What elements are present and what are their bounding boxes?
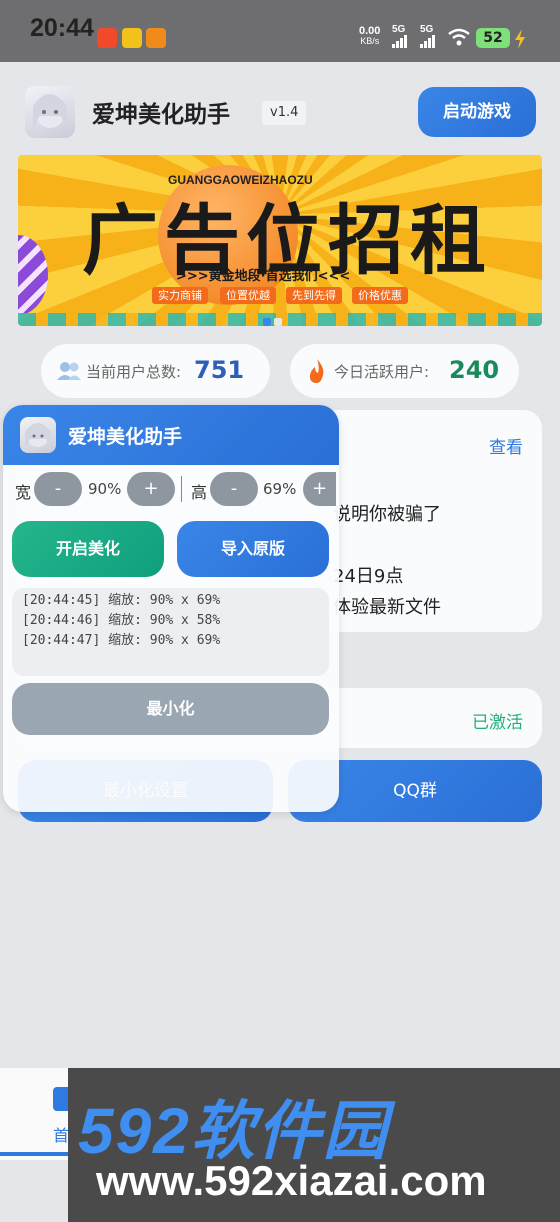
log-line: [20:44:46] 缩放: 90% x 58% bbox=[22, 613, 221, 628]
nav-active-indicator bbox=[0, 1152, 68, 1156]
control-divider bbox=[181, 476, 182, 502]
carousel-dot-active[interactable] bbox=[263, 318, 271, 326]
users-icon bbox=[57, 362, 81, 380]
app-title: 爱坤美化助手 bbox=[92, 102, 230, 128]
carousel-dot[interactable] bbox=[274, 318, 282, 326]
banner-pill: 先到先得 bbox=[286, 287, 342, 304]
banner-pill: 实力商铺 bbox=[152, 287, 208, 304]
banner-tagline: >>>黄金地段·首选我们<<< bbox=[176, 269, 351, 284]
version-badge: v1.4 bbox=[262, 101, 307, 125]
notification-app-icon bbox=[122, 28, 142, 48]
notification-app-icon bbox=[97, 28, 117, 48]
notice-line: 说明你被骗了 bbox=[333, 504, 441, 525]
width-value: 90% bbox=[88, 480, 122, 498]
width-increase-button[interactable]: + bbox=[127, 472, 175, 506]
ad-banner[interactable]: GUANGGAOWEIZHAOZU 广告位招租 >>>黄金地段·首选我们<<< … bbox=[18, 155, 542, 326]
width-decrease-button[interactable]: - bbox=[34, 472, 82, 506]
watermark-url: www.592xiazai.com bbox=[96, 1157, 487, 1204]
notice-line: 体验最新文件 bbox=[333, 597, 441, 618]
minimize-button[interactable]: 最小化 bbox=[12, 683, 329, 735]
charging-icon bbox=[515, 29, 525, 49]
carousel-dots[interactable] bbox=[263, 311, 285, 330]
log-line: [20:44:45] 缩放: 90% x 69% bbox=[22, 593, 221, 608]
net-speed: 0.00 KB/s bbox=[359, 25, 381, 47]
log-line: [20:44:47] 缩放: 90% x 69% bbox=[22, 633, 221, 648]
width-label: 宽 bbox=[15, 483, 32, 502]
import-original-button[interactable]: 导入原版 bbox=[177, 521, 329, 577]
wifi-icon bbox=[448, 28, 470, 46]
total-users-value: 751 bbox=[194, 356, 245, 384]
signal-icon: 5G bbox=[420, 24, 436, 48]
total-users-label: 当前用户总数: bbox=[86, 363, 182, 381]
height-increase-button[interactable]: + bbox=[303, 472, 336, 506]
panel-avatar bbox=[20, 417, 56, 453]
height-value: 69% bbox=[263, 480, 297, 498]
height-decrease-button[interactable]: - bbox=[210, 472, 258, 506]
banner-pill: 价格优惠 bbox=[352, 287, 408, 304]
banner-pill: 位置优越 bbox=[220, 287, 276, 304]
nav-home-label[interactable]: 首 bbox=[53, 1122, 69, 1146]
app-avatar bbox=[25, 86, 75, 138]
active-users-value: 240 bbox=[449, 356, 500, 384]
battery-indicator: 52 bbox=[476, 28, 510, 48]
active-users-label: 今日活跃用户: bbox=[334, 363, 430, 381]
enable-beautify-button[interactable]: 开启美化 bbox=[12, 521, 164, 577]
height-label: 高 bbox=[191, 483, 208, 502]
activation-status: 已激活 bbox=[472, 713, 523, 733]
notification-app-icon bbox=[146, 28, 166, 48]
signal-icon: 5G bbox=[392, 24, 408, 48]
panel-title: 爱坤美化助手 bbox=[68, 426, 183, 448]
notice-line: 24日9点 bbox=[333, 566, 404, 587]
status-time: 20:44 bbox=[30, 14, 94, 42]
start-game-button[interactable]: 启动游戏 bbox=[418, 87, 536, 137]
fire-icon bbox=[309, 359, 324, 383]
view-link[interactable]: 查看 bbox=[489, 433, 523, 458]
banner-decoration bbox=[18, 235, 48, 315]
